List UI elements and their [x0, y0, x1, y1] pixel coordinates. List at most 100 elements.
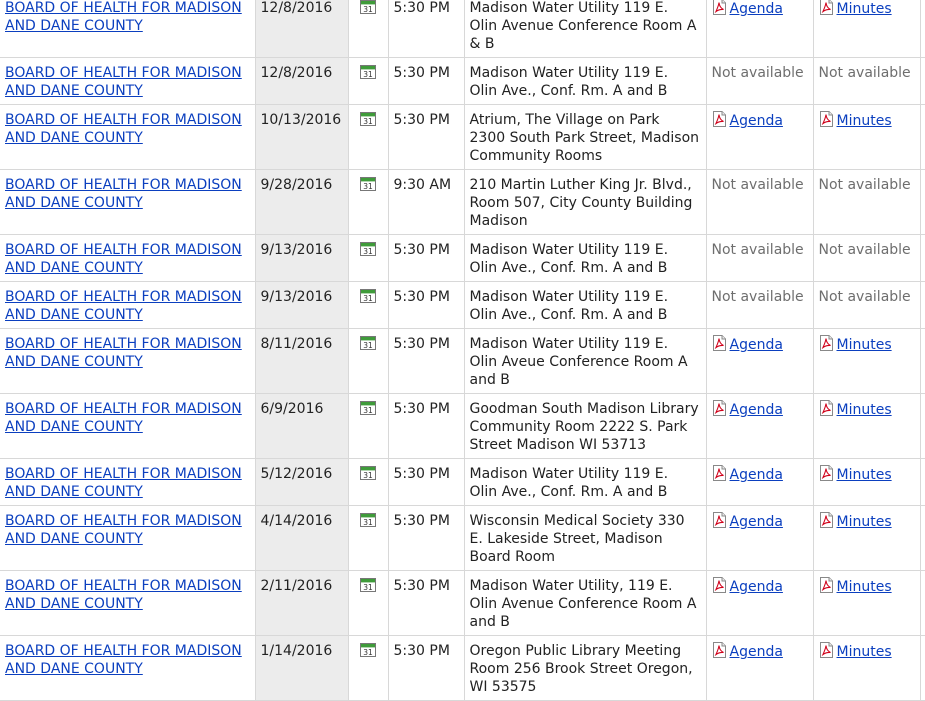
meeting-time: 5:30 PM	[388, 57, 465, 105]
calendar-icon-number: 31	[363, 5, 373, 14]
agenda-cell: Agenda	[706, 328, 814, 394]
calendar-icon[interactable]: 31	[359, 643, 376, 657]
agenda-link[interactable]: Agenda	[730, 467, 783, 483]
agenda-link[interactable]: Agenda	[730, 402, 783, 418]
trailing-cell	[920, 393, 925, 459]
agenda-cell: Agenda	[706, 635, 814, 701]
calendar-cell: 31	[348, 169, 389, 235]
meeting-name-link[interactable]: BOARD OF HEALTH FOR MADISON AND DANE COU…	[5, 289, 242, 323]
calendar-icon[interactable]: 31	[359, 578, 376, 592]
meeting-name-cell: BOARD OF HEALTH FOR MADISON AND DANE COU…	[0, 169, 256, 235]
calendar-cell: 31	[348, 635, 389, 701]
meeting-name-link[interactable]: BOARD OF HEALTH FOR MADISON AND DANE COU…	[5, 466, 242, 500]
document-link-wrapper: Agenda	[712, 465, 783, 483]
pdf-icon	[819, 400, 833, 416]
trailing-cell	[920, 169, 925, 235]
meeting-date: 1/14/2016	[255, 635, 349, 701]
calendar-icon[interactable]: 31	[359, 513, 376, 527]
agenda-not-available: Not available	[711, 177, 804, 193]
minutes-cell: Minutes	[813, 0, 921, 58]
trailing-cell	[920, 0, 925, 58]
table-row: BOARD OF HEALTH FOR MADISON AND DANE COU…	[0, 0, 925, 58]
meeting-name-cell: BOARD OF HEALTH FOR MADISON AND DANE COU…	[0, 635, 256, 701]
minutes-link[interactable]: Minutes	[837, 514, 892, 530]
agenda-not-available: Not available	[711, 242, 804, 258]
table-row: BOARD OF HEALTH FOR MADISON AND DANE COU…	[0, 393, 925, 459]
meeting-time: 5:30 PM	[388, 328, 465, 394]
meeting-name-link[interactable]: BOARD OF HEALTH FOR MADISON AND DANE COU…	[5, 65, 242, 99]
meetings-table: BOARD OF HEALTH FOR MADISON AND DANE COU…	[0, 0, 925, 701]
table-row: BOARD OF HEALTH FOR MADISON AND DANE COU…	[0, 281, 925, 329]
calendar-icon[interactable]: 31	[359, 112, 376, 126]
meeting-name-cell: BOARD OF HEALTH FOR MADISON AND DANE COU…	[0, 104, 256, 170]
calendar-icon-number: 31	[363, 247, 373, 256]
minutes-not-available: Not available	[818, 289, 911, 305]
agenda-link[interactable]: Agenda	[730, 113, 783, 129]
meeting-name-link[interactable]: BOARD OF HEALTH FOR MADISON AND DANE COU…	[5, 336, 242, 370]
agenda-link[interactable]: Agenda	[730, 579, 783, 595]
calendar-icon[interactable]: 31	[359, 0, 376, 14]
pdf-icon	[712, 577, 726, 593]
meeting-name-link[interactable]: BOARD OF HEALTH FOR MADISON AND DANE COU…	[5, 513, 242, 547]
minutes-link[interactable]: Minutes	[837, 579, 892, 595]
trailing-cell	[920, 281, 925, 329]
minutes-link[interactable]: Minutes	[837, 402, 892, 418]
meeting-date: 5/12/2016	[255, 458, 349, 506]
calendar-icon[interactable]: 31	[359, 65, 376, 79]
document-link-wrapper: Minutes	[819, 465, 892, 483]
agenda-cell: Agenda	[706, 505, 814, 571]
minutes-not-available: Not available	[818, 177, 911, 193]
calendar-icon-number: 31	[363, 471, 373, 480]
meeting-name-link[interactable]: BOARD OF HEALTH FOR MADISON AND DANE COU…	[5, 242, 242, 276]
calendar-icon[interactable]: 31	[359, 289, 376, 303]
agenda-link[interactable]: Agenda	[730, 1, 783, 17]
minutes-link[interactable]: Minutes	[837, 337, 892, 353]
calendar-icon[interactable]: 31	[359, 336, 376, 350]
minutes-link[interactable]: Minutes	[837, 467, 892, 483]
agenda-link[interactable]: Agenda	[730, 644, 783, 660]
meeting-name-cell: BOARD OF HEALTH FOR MADISON AND DANE COU…	[0, 505, 256, 571]
calendar-icon-number: 31	[363, 341, 373, 350]
pdf-icon	[712, 465, 726, 481]
minutes-link[interactable]: Minutes	[837, 644, 892, 660]
meeting-location: Madison Water Utility, 119 E. Olin Avenu…	[464, 570, 707, 636]
pdf-icon	[819, 642, 833, 658]
minutes-link[interactable]: Minutes	[837, 1, 892, 17]
meeting-location: Oregon Public Library Meeting Room 256 B…	[464, 635, 707, 701]
document-link-wrapper: Minutes	[819, 577, 892, 595]
calendar-icon[interactable]: 31	[359, 177, 376, 191]
meeting-location: Madison Water Utility 119 E. Olin Ave., …	[464, 234, 707, 282]
meeting-location: 210 Martin Luther King Jr. Blvd., Room 5…	[464, 169, 707, 235]
calendar-cell: 31	[348, 234, 389, 282]
pdf-icon	[819, 335, 833, 351]
table-row: BOARD OF HEALTH FOR MADISON AND DANE COU…	[0, 570, 925, 636]
meeting-date: 10/13/2016	[255, 104, 349, 170]
calendar-icon[interactable]: 31	[359, 242, 376, 256]
minutes-link[interactable]: Minutes	[837, 113, 892, 129]
meeting-time: 5:30 PM	[388, 505, 465, 571]
meeting-name-link[interactable]: BOARD OF HEALTH FOR MADISON AND DANE COU…	[5, 177, 242, 211]
document-link-wrapper: Minutes	[819, 0, 892, 17]
meeting-name-link[interactable]: BOARD OF HEALTH FOR MADISON AND DANE COU…	[5, 112, 242, 146]
document-link-wrapper: Agenda	[712, 512, 783, 530]
meeting-name-link[interactable]: BOARD OF HEALTH FOR MADISON AND DANE COU…	[5, 578, 242, 612]
agenda-link[interactable]: Agenda	[730, 514, 783, 530]
table-row: BOARD OF HEALTH FOR MADISON AND DANE COU…	[0, 104, 925, 170]
calendar-icon[interactable]: 31	[359, 466, 376, 480]
agenda-cell: Agenda	[706, 104, 814, 170]
meeting-name-link[interactable]: BOARD OF HEALTH FOR MADISON AND DANE COU…	[5, 643, 242, 677]
trailing-cell	[920, 505, 925, 571]
calendar-icon[interactable]: 31	[359, 401, 376, 415]
agenda-link[interactable]: Agenda	[730, 337, 783, 353]
meeting-location: Wisconsin Medical Society 330 E. Lakesid…	[464, 505, 707, 571]
meeting-location: Madison Water Utility 119 E. Olin Ave., …	[464, 458, 707, 506]
meeting-name-link[interactable]: BOARD OF HEALTH FOR MADISON AND DANE COU…	[5, 401, 242, 435]
document-link-wrapper: Agenda	[712, 577, 783, 595]
meeting-name-link[interactable]: BOARD OF HEALTH FOR MADISON AND DANE COU…	[5, 0, 242, 34]
minutes-cell: Minutes	[813, 635, 921, 701]
meeting-location: Madison Water Utility 119 E. Olin Aveue …	[464, 328, 707, 394]
pdf-icon	[712, 512, 726, 528]
meeting-date: 2/11/2016	[255, 570, 349, 636]
meeting-time: 9:30 AM	[388, 169, 465, 235]
document-link-wrapper: Agenda	[712, 111, 783, 129]
